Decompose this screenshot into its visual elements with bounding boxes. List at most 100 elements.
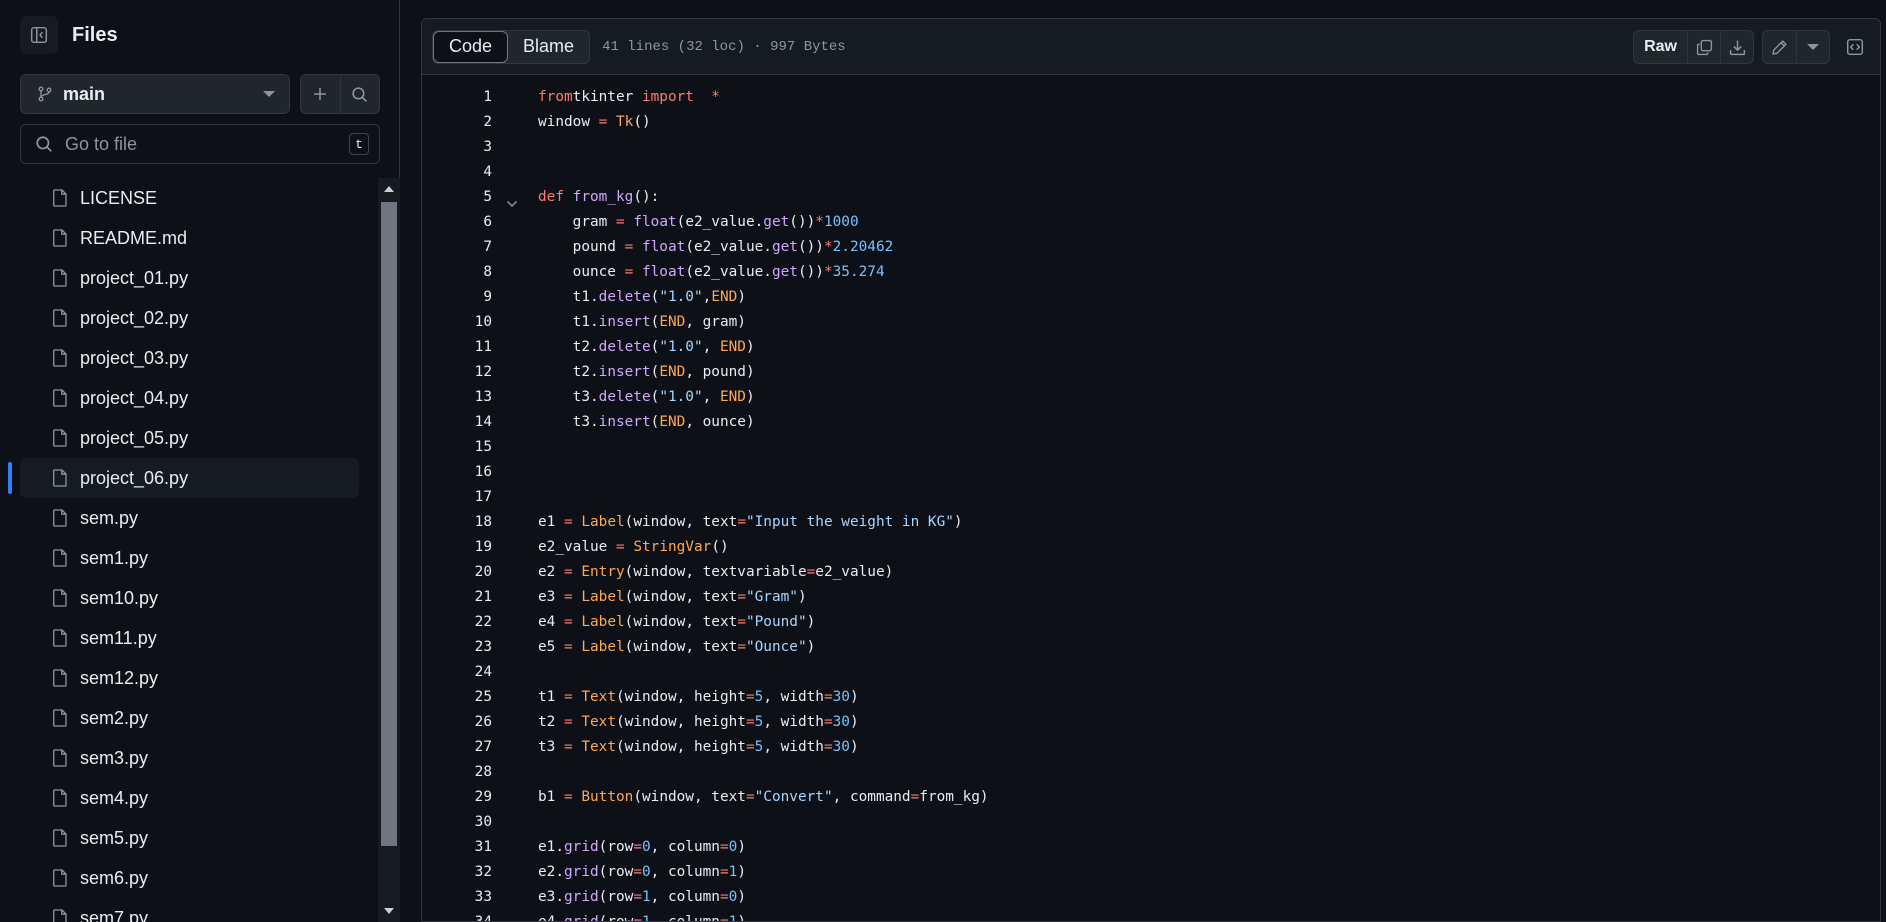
code-square-icon xyxy=(1846,38,1864,56)
edit-actions xyxy=(1762,30,1830,64)
file-icon xyxy=(53,909,67,922)
line-number[interactable]: 18 xyxy=(422,510,492,535)
line-number[interactable]: 34 xyxy=(422,910,492,921)
line-number[interactable]: 27 xyxy=(422,735,492,760)
add-file-button[interactable] xyxy=(301,75,340,113)
file-icon xyxy=(53,789,67,807)
line-number[interactable]: 4 xyxy=(422,160,492,185)
branch-selector[interactable]: main xyxy=(20,74,290,114)
file-icon xyxy=(53,349,67,367)
file-icon xyxy=(53,549,67,567)
file-tree-item[interactable]: sem11.py xyxy=(20,618,359,658)
code-line: 22 e4 = Label(window, text="Pound") xyxy=(422,610,1880,635)
line-number[interactable]: 21 xyxy=(422,585,492,610)
file-tree-item[interactable]: project_02.py xyxy=(20,298,359,338)
file-tree-item[interactable]: project_04.py xyxy=(20,378,359,418)
file-tree-item[interactable]: project_05.py xyxy=(20,418,359,458)
file-tree-sidebar: Files main Go to file t LICENSE README.md… xyxy=(0,0,400,922)
line-number[interactable]: 33 xyxy=(422,885,492,910)
scrollbar-thumb[interactable] xyxy=(381,202,397,846)
download-button[interactable] xyxy=(1720,31,1753,63)
line-number[interactable]: 15 xyxy=(422,435,492,460)
tab-code[interactable]: Code xyxy=(433,30,509,63)
file-name: project_01.py xyxy=(80,267,189,288)
collapse-sidebar-button[interactable] xyxy=(20,16,58,54)
line-number[interactable]: 10 xyxy=(422,310,492,335)
file-tree-item[interactable]: sem1.py xyxy=(20,538,359,578)
line-number[interactable]: 16 xyxy=(422,460,492,485)
copy-raw-button[interactable] xyxy=(1687,31,1720,63)
file-tree-item[interactable]: project_01.py xyxy=(20,258,359,298)
symbols-panel-button[interactable] xyxy=(1838,30,1872,64)
tab-blame[interactable]: Blame xyxy=(508,31,589,63)
raw-button[interactable]: Raw xyxy=(1634,31,1687,63)
file-tree-item[interactable]: sem12.py xyxy=(20,658,359,698)
file-tree-item[interactable]: project_06.py xyxy=(20,458,359,498)
file-tree-item[interactable]: sem6.py xyxy=(20,858,359,898)
line-number[interactable]: 20 xyxy=(422,560,492,585)
line-number[interactable]: 22 xyxy=(422,610,492,635)
code-text: window = Tk() xyxy=(538,114,651,130)
line-number[interactable]: 13 xyxy=(422,385,492,410)
scroll-up-arrow[interactable] xyxy=(384,186,394,192)
line-number[interactable]: 28 xyxy=(422,760,492,785)
line-number[interactable]: 1 xyxy=(422,85,492,110)
line-number[interactable]: 12 xyxy=(422,360,492,385)
line-number[interactable]: 5 xyxy=(422,185,492,210)
code-text: t2.insert(END, pound) xyxy=(538,364,755,380)
code-text: e2 = Entry(window, textvariable=e2_value… xyxy=(538,564,894,580)
file-tree-item[interactable]: sem4.py xyxy=(20,778,359,818)
file-tree-item[interactable]: sem7.py xyxy=(20,898,359,922)
code-line: 7 pound = float(e2_value.get())*2.20462 xyxy=(422,235,1880,260)
line-number[interactable]: 11 xyxy=(422,335,492,360)
file-name: project_02.py xyxy=(80,307,189,328)
line-number[interactable]: 23 xyxy=(422,635,492,660)
line-number[interactable]: 29 xyxy=(422,785,492,810)
code-line: 29 b1 = Button(window, text="Convert", co… xyxy=(422,785,1880,810)
code-line: 1 fromtkinter import * xyxy=(422,85,1880,110)
scroll-down-arrow[interactable] xyxy=(384,908,394,914)
line-number[interactable]: 2 xyxy=(422,110,492,135)
code-text: e2.grid(row=0, column=1) xyxy=(538,864,746,880)
code-line: 32 e2.grid(row=0, column=1) xyxy=(422,860,1880,885)
go-to-file-input[interactable]: Go to file t xyxy=(20,124,380,164)
line-number[interactable]: 3 xyxy=(422,135,492,160)
code-text: e1 = Label(window, text="Input the weigh… xyxy=(538,514,963,530)
line-number[interactable]: 24 xyxy=(422,660,492,685)
file-tree-item[interactable]: project_03.py xyxy=(20,338,359,378)
edit-file-button[interactable] xyxy=(1763,31,1796,63)
file-icon xyxy=(53,429,67,447)
file-icon xyxy=(53,469,67,487)
search-code-button[interactable] xyxy=(339,75,380,113)
line-number[interactable]: 9 xyxy=(422,285,492,310)
file-tree-item[interactable]: LICENSE xyxy=(20,178,359,218)
code-line: 2 window = Tk() xyxy=(422,110,1880,135)
file-tree-item[interactable]: sem3.py xyxy=(20,738,359,778)
code-text: t3.delete("1.0", END) xyxy=(538,389,755,405)
file-tree-item[interactable]: sem10.py xyxy=(20,578,359,618)
line-number[interactable]: 14 xyxy=(422,410,492,435)
line-number[interactable]: 19 xyxy=(422,535,492,560)
tree-scrollbar[interactable] xyxy=(378,178,400,922)
more-edit-options-button[interactable] xyxy=(1796,31,1829,63)
line-number[interactable]: 8 xyxy=(422,260,492,285)
line-number[interactable]: 17 xyxy=(422,485,492,510)
file-tree-item[interactable]: sem5.py xyxy=(20,818,359,858)
line-number[interactable]: 26 xyxy=(422,710,492,735)
file-tree-item[interactable]: sem.py xyxy=(20,498,359,538)
code-text: fromtkinter import * xyxy=(538,89,720,105)
line-number[interactable]: 30 xyxy=(422,810,492,835)
code-text: e3.grid(row=1, column=0) xyxy=(538,889,746,905)
line-number[interactable]: 6 xyxy=(422,210,492,235)
line-number[interactable]: 7 xyxy=(422,235,492,260)
code-line: 18 e1 = Label(window, text="Input the wei… xyxy=(422,510,1880,535)
line-number[interactable]: 25 xyxy=(422,685,492,710)
file-tree-item[interactable]: sem2.py xyxy=(20,698,359,738)
code-text: t3 = Text(window, height=5, width=30) xyxy=(538,739,859,755)
line-number[interactable]: 31 xyxy=(422,835,492,860)
code-text: t2.delete("1.0", END) xyxy=(538,339,755,355)
file-name: sem6.py xyxy=(80,867,149,888)
file-tree-item[interactable]: README.md xyxy=(20,218,359,258)
line-number[interactable]: 32 xyxy=(422,860,492,885)
sidebar-collapse-icon xyxy=(30,26,48,44)
